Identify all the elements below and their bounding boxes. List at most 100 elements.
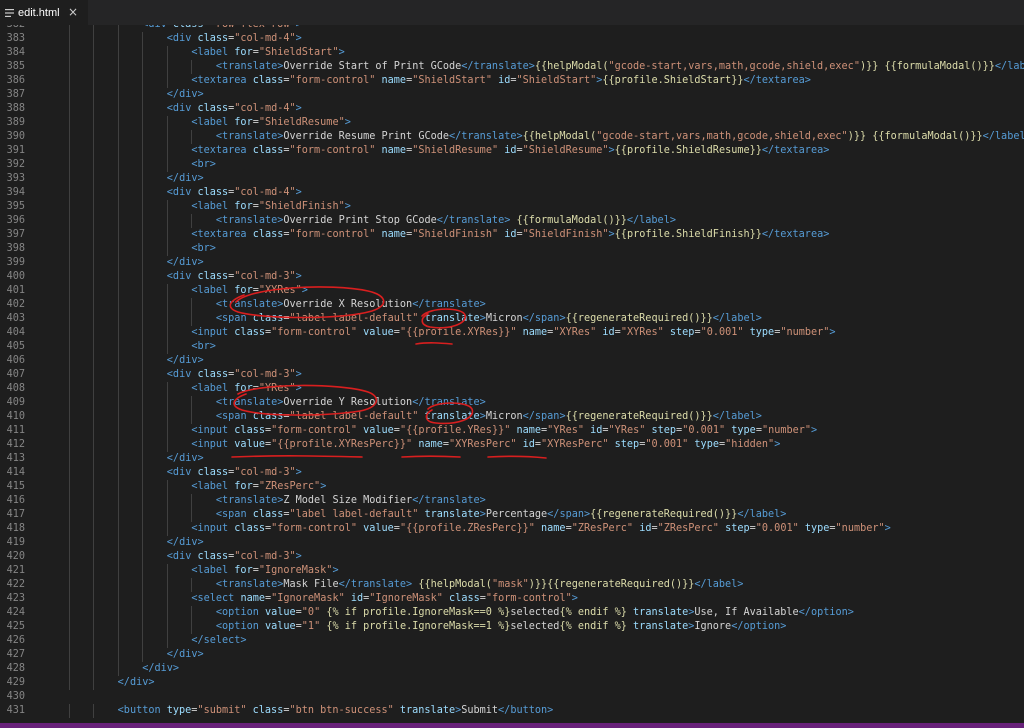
code-token: </div> <box>166 89 204 100</box>
code-line[interactable]: 386 <textarea class="form-control" name="… <box>0 74 1024 88</box>
code-line[interactable]: 426 </select> <box>0 634 1024 648</box>
code-line[interactable]: 403 <span class="label label-default" tra… <box>0 312 1024 326</box>
code-line[interactable]: 384 <label for="ShieldStart"> <box>0 46 1024 60</box>
code-line[interactable]: 404 <input class="form-control" value="{{… <box>0 326 1024 340</box>
code-line[interactable]: 408 <label for="YRes"> <box>0 382 1024 396</box>
code-token: </label> <box>982 131 1024 142</box>
code-line[interactable]: 431 <button type="submit" class="btn btn-… <box>0 704 1024 718</box>
code-token: Percentage <box>485 509 548 520</box>
code-token: "ShieldFinish" <box>412 229 499 240</box>
code-line[interactable]: 412 <input value="{{profile.XYResPerc}}" … <box>0 438 1024 452</box>
code-token: id <box>602 327 615 338</box>
code-line[interactable]: 400 <div class="col-md-3"> <box>0 270 1024 284</box>
code-token: class <box>252 509 284 520</box>
code-line[interactable]: 389 <label for="ShieldResume"> <box>0 116 1024 130</box>
code-line[interactable]: 418 <input class="form-control" value="{{… <box>0 522 1024 536</box>
code-line[interactable]: 391 <textarea class="form-control" name="… <box>0 144 1024 158</box>
code-line[interactable]: 406 </div> <box>0 354 1024 368</box>
code-token: "XYResPerc" <box>449 439 517 450</box>
code-editor[interactable]: 382 <div class="row flex-row"> 383 <div cla… <box>0 25 1024 723</box>
code-line[interactable]: 388 <div class="col-md-4"> <box>0 102 1024 116</box>
code-line[interactable]: 387 </div> <box>0 88 1024 102</box>
code-line[interactable]: 383 <div class="col-md-4"> <box>0 32 1024 46</box>
code-line[interactable]: 385 <translate>Override Start of Print GC… <box>0 60 1024 74</box>
code-token: <textarea <box>191 229 253 240</box>
code-token: translate <box>424 411 480 422</box>
line-number: 402 <box>6 299 25 310</box>
code-line[interactable]: 429 </div> <box>0 676 1024 690</box>
code-token: "col-md-3" <box>234 467 296 478</box>
code-token: <div <box>166 369 198 380</box>
code-line[interactable]: 402 <translate>Override X Resolution</tra… <box>0 298 1024 312</box>
code-line[interactable]: 405 <br> <box>0 340 1024 354</box>
close-icon[interactable]: × <box>68 6 78 18</box>
code-text: </select> <box>191 634 246 648</box>
code-text: <textarea class="form-control" name="Shi… <box>191 74 811 88</box>
line-number: 416 <box>6 495 25 506</box>
code-text: </div> <box>167 256 204 270</box>
code-line[interactable]: 398 <br> <box>0 242 1024 256</box>
code-token: <textarea <box>191 75 253 86</box>
code-token: </option> <box>731 621 787 632</box>
code-line[interactable]: 416 <translate>Z Model Size Modifier</tra… <box>0 494 1024 508</box>
code-token: <translate <box>215 215 278 226</box>
code-token: for <box>234 481 253 492</box>
code-line[interactable]: 393 </div> <box>0 172 1024 186</box>
code-token: value <box>264 607 296 618</box>
code-token: "ShieldStart" <box>258 47 339 58</box>
code-text: <label for="ShieldFinish"> <box>191 200 351 214</box>
line-number: 407 <box>6 369 25 380</box>
code-line[interactable]: 415 <label for="ZResPerc"> <box>0 480 1024 494</box>
line-number: 412 <box>6 439 25 450</box>
code-line[interactable]: 424 <option value="0" {% if profile.Ignor… <box>0 606 1024 620</box>
code-line[interactable]: 395 <label for="ShieldFinish"> <box>0 200 1024 214</box>
code-line[interactable]: 382 <div class="row flex-row"> <box>0 25 1024 32</box>
code-token: </span> <box>547 509 591 520</box>
code-token: <div <box>166 551 198 562</box>
code-token: <translate <box>215 495 278 506</box>
code-line[interactable]: 394 <div class="col-md-4"> <box>0 186 1024 200</box>
code-token: "0.001" <box>682 425 726 436</box>
code-line[interactable]: 425 <option value="1" {% if profile.Ignor… <box>0 620 1024 634</box>
status-bar <box>0 723 1024 728</box>
code-line[interactable]: 422 <translate>Mask File</translate> {{he… <box>0 578 1024 592</box>
line-number: 431 <box>6 705 25 716</box>
code-line[interactable]: 401 <label for="XYRes"> <box>0 284 1024 298</box>
code-token: </label> <box>712 313 762 324</box>
code-line[interactable]: 421 <label for="IgnoreMask"> <box>0 564 1024 578</box>
code-line[interactable]: 397 <textarea class="form-control" name="… <box>0 228 1024 242</box>
code-token: <br> <box>191 243 216 254</box>
code-line[interactable]: 390 <translate>Override Resume Print GCod… <box>0 130 1024 144</box>
code-line[interactable]: 423 <select name="IgnoreMask" id="IgnoreM… <box>0 592 1024 606</box>
code-text: <translate>Override Print Stop GCode</tr… <box>216 214 676 228</box>
code-token: translate <box>633 607 689 618</box>
code-line[interactable]: 396 <translate>Override Print Stop GCode<… <box>0 214 1024 228</box>
code-line[interactable]: 428 </div> <box>0 662 1024 676</box>
code-token: <div <box>166 467 198 478</box>
code-token: translate <box>424 509 480 520</box>
code-token: for <box>234 117 253 128</box>
code-line[interactable]: 420 <div class="col-md-3"> <box>0 550 1024 564</box>
tab-edit-html[interactable]: edit.html × <box>0 0 88 25</box>
code-line[interactable]: 407 <div class="col-md-3"> <box>0 368 1024 382</box>
code-line[interactable]: 409 <translate>Override Y Resolution</tra… <box>0 396 1024 410</box>
code-line[interactable]: 419 </div> <box>0 536 1024 550</box>
code-line[interactable]: 417 <span class="label label-default" tra… <box>0 508 1024 522</box>
code-token: "XYResPerc" <box>541 439 609 450</box>
code-text: <label for="IgnoreMask"> <box>191 564 338 578</box>
code-line[interactable]: 427 </div> <box>0 648 1024 662</box>
code-token: </span> <box>522 411 566 422</box>
code-line[interactable]: 410 <span class="label label-default" tra… <box>0 410 1024 424</box>
code-line[interactable]: 430 <box>0 690 1024 704</box>
code-token: class <box>234 425 265 436</box>
code-line[interactable]: 399 </div> <box>0 256 1024 270</box>
code-token: "row flex-row" <box>210 25 296 30</box>
code-line[interactable]: 392 <br> <box>0 158 1024 172</box>
code-token: > <box>811 425 818 436</box>
code-token: "col-md-3" <box>234 271 296 282</box>
code-line[interactable]: 413 </div> <box>0 452 1024 466</box>
code-line[interactable]: 414 <div class="col-md-3"> <box>0 466 1024 480</box>
code-line[interactable]: 411 <input class="form-control" value="{{… <box>0 424 1024 438</box>
code-token: <translate <box>215 131 278 142</box>
code-token: <translate <box>215 61 278 72</box>
